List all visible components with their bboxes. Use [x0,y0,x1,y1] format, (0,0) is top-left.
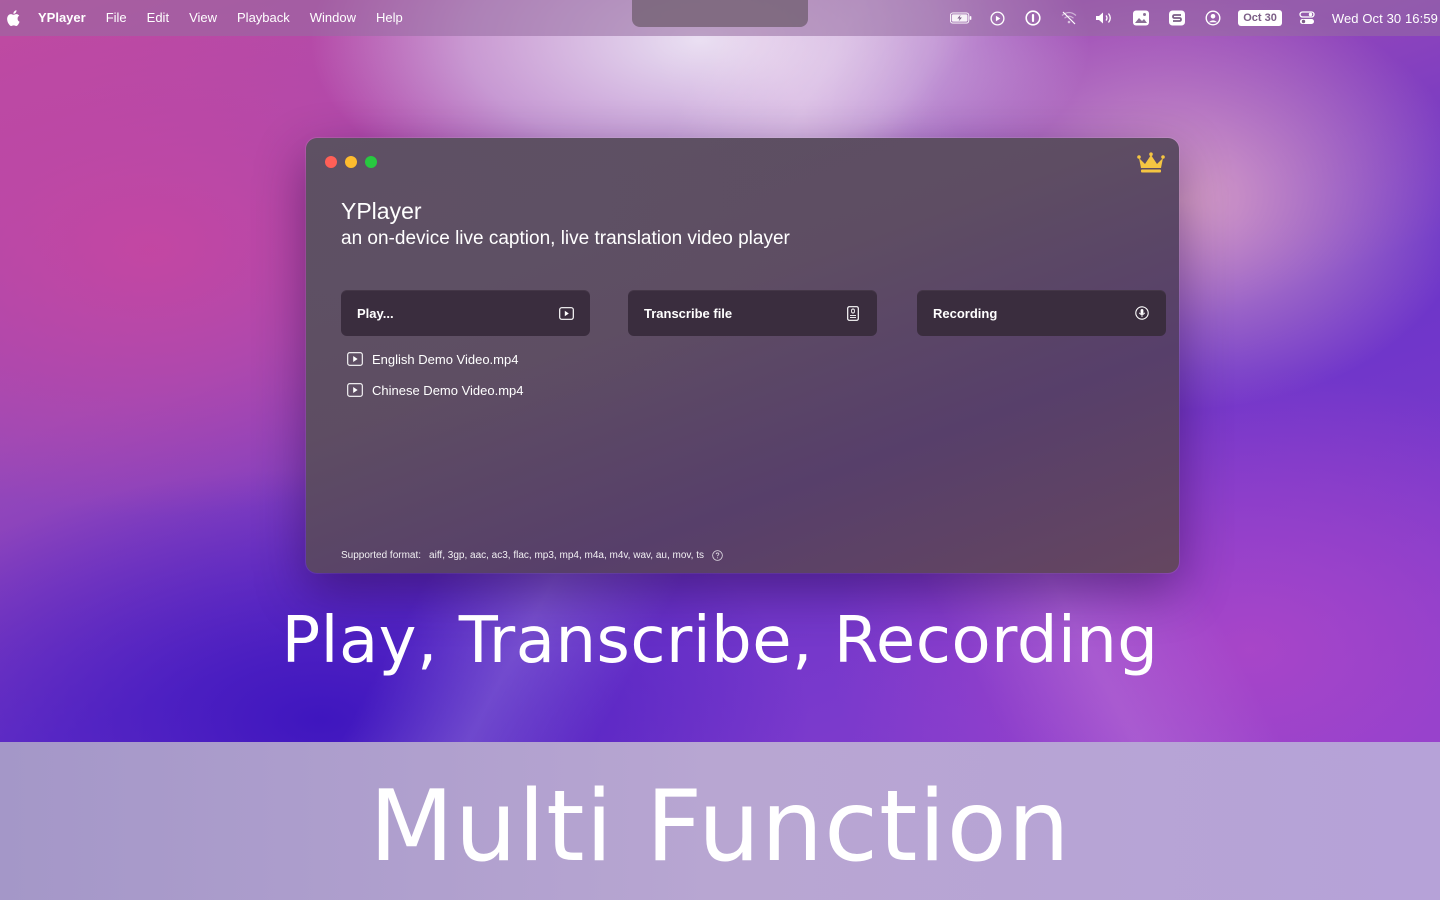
video-file-icon [347,352,363,366]
recent-file-item[interactable]: Chinese Demo Video.mp4 [347,380,524,400]
recording-button-label: Recording [933,305,998,321]
minimize-window-button[interactable] [345,156,357,168]
camera-notch [632,0,808,27]
recent-file-item[interactable]: English Demo Video.mp4 [347,349,524,369]
menu-window[interactable]: Window [300,0,366,36]
menu-items: YPlayer File Edit View Playback Window H… [36,0,413,36]
menu-app-name[interactable]: YPlayer [36,0,96,36]
video-file-icon [347,383,363,397]
document-icon [845,305,861,321]
maximize-window-button[interactable] [365,156,377,168]
recent-files-list: English Demo Video.mp4 Chinese Demo Vide… [347,349,524,411]
supported-formats: Supported format: aiff, 3gp, aac, ac3, f… [341,550,723,561]
status-area: Oct 30 Wed Oct 30 16:59 [950,0,1438,36]
help-icon[interactable] [712,550,723,561]
feature-caption: Play, Transcribe, Recording [281,604,1159,678]
play-video-icon [558,305,574,321]
menu-view[interactable]: View [179,0,227,36]
battery-charging-icon[interactable] [950,9,972,27]
menu-file[interactable]: File [96,0,137,36]
control-center-icon[interactable] [1296,9,1318,27]
transcribe-file-button[interactable]: Transcribe file [628,290,877,336]
supported-format-list: aiff, 3gp, aac, ac3, flac, mp3, mp4, m4a… [429,550,704,561]
recent-file-name: Chinese Demo Video.mp4 [372,382,524,398]
play-button[interactable]: Play... [341,290,590,336]
apple-icon[interactable] [6,10,20,26]
volume-icon[interactable] [1094,9,1116,27]
crown-icon[interactable] [1137,152,1165,174]
menu-bar: YPlayer File Edit View Playback Window H… [0,0,1440,36]
recent-file-name: English Demo Video.mp4 [372,351,519,367]
yplayer-window: YPlayer an on-device live caption, live … [306,138,1179,573]
play-button-label: Play... [357,305,394,321]
banner-caption: Multi Function [369,770,1071,884]
window-controls [325,156,377,168]
password-manager-icon[interactable] [1022,9,1044,27]
play-circle-icon[interactable] [986,9,1008,27]
close-window-button[interactable] [325,156,337,168]
app-title: YPlayer [341,198,422,224]
app-subtitle: an on-device live caption, live translat… [341,228,790,249]
menu-help[interactable]: Help [366,0,413,36]
photos-app-icon[interactable] [1130,9,1152,27]
sync-app-icon[interactable] [1166,9,1188,27]
wifi-off-icon[interactable] [1058,9,1080,27]
recording-button[interactable]: Recording [917,290,1166,336]
microphone-icon [1134,305,1150,321]
user-account-icon[interactable] [1202,9,1224,27]
menu-edit[interactable]: Edit [137,0,179,36]
menu-playback[interactable]: Playback [227,0,300,36]
supported-format-label: Supported format: [341,550,422,561]
menu-clock[interactable]: Wed Oct 30 16:59 [1332,11,1438,26]
date-badge[interactable]: Oct 30 [1238,10,1282,26]
transcribe-button-label: Transcribe file [644,305,733,321]
